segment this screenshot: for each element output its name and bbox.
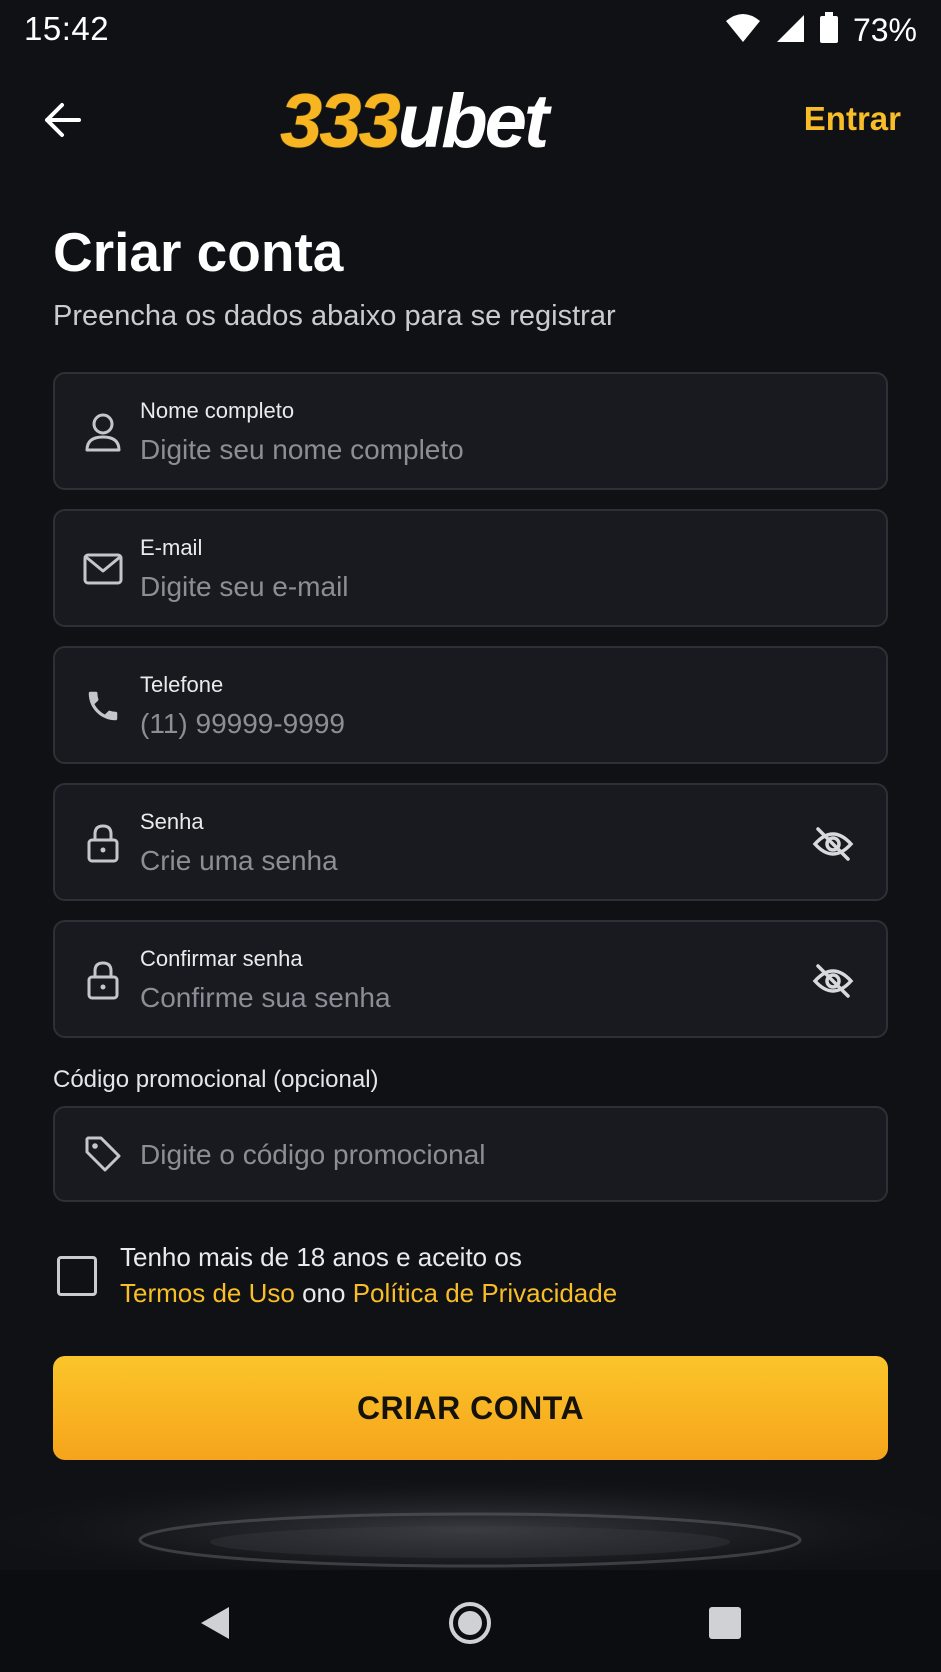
battery-icon (819, 11, 839, 49)
email-label: E-mail (140, 535, 203, 560)
tag-icon (81, 1132, 125, 1176)
login-link[interactable]: Entrar (804, 100, 901, 138)
register-screen: 15:42 73% 333 ubet Entrar Criar conta Pr… (0, 0, 941, 1672)
password-field[interactable]: Senha (53, 783, 888, 901)
name-field[interactable]: Nome completo (53, 372, 888, 490)
user-icon (81, 410, 125, 454)
phone-icon (81, 684, 125, 728)
email-field[interactable]: E-mail (53, 509, 888, 627)
logo-text: ubet (397, 79, 549, 164)
promo-input[interactable] (140, 1135, 780, 1175)
create-account-button[interactable]: CRIAR CONTA (53, 1356, 888, 1460)
status-time: 15:42 (24, 10, 110, 47)
terms-links-line: Termos de Uso ono Política de Privacidad… (120, 1278, 617, 1309)
eye-off-icon[interactable] (810, 821, 856, 867)
terms-checkbox[interactable] (57, 1256, 97, 1296)
logo-number: 333 (280, 79, 401, 164)
password-label: Senha (140, 809, 204, 834)
signal-icon (775, 13, 805, 48)
eye-off-icon[interactable] (810, 958, 856, 1004)
confirm-password-field[interactable]: Confirmar senha (53, 920, 888, 1038)
back-triangle-icon[interactable] (190, 1598, 240, 1648)
mail-icon (81, 547, 125, 591)
privacy-policy-link[interactable]: Política de Privacidade (353, 1278, 617, 1308)
home-circle-icon[interactable] (445, 1598, 495, 1648)
terms-text: Tenho mais de 18 anos e aceito os (120, 1242, 522, 1272)
confirm-password-label: Confirmar senha (140, 946, 303, 971)
promo-caption: Código promocional (opcional) (53, 1066, 379, 1093)
page-subtitle: Preencha os dados abaixo para se registr… (53, 300, 616, 332)
stadium-backdrop (0, 1470, 941, 1570)
email-input[interactable] (140, 567, 780, 607)
name-input[interactable] (140, 430, 780, 470)
battery-percent: 73% (852, 11, 917, 48)
arrow-left-icon (42, 102, 82, 143)
navigation-bar (0, 1570, 941, 1672)
confirm-password-input[interactable] (140, 978, 780, 1018)
phone-label: Telefone (140, 672, 224, 697)
name-label: Nome completo (140, 398, 295, 423)
lock-icon (81, 958, 125, 1002)
page-title: Criar conta (53, 221, 344, 283)
back-button[interactable] (36, 96, 88, 148)
phone-field[interactable]: Telefone (53, 646, 888, 764)
lock-icon (81, 821, 125, 865)
terms-connector: ono (302, 1278, 346, 1308)
status-icons: 73% (725, 10, 917, 50)
recents-square-icon[interactable] (700, 1598, 750, 1648)
brand-logo: 333 ubet (280, 78, 549, 164)
status-bar: 15:42 73% (0, 0, 941, 58)
wifi-icon (725, 13, 761, 48)
promo-field[interactable] (53, 1106, 888, 1202)
phone-input[interactable] (140, 704, 780, 744)
terms-of-use-link[interactable]: Termos de Uso (120, 1278, 295, 1308)
app-bar: 333 ubet Entrar (0, 70, 941, 170)
password-input[interactable] (140, 841, 780, 881)
